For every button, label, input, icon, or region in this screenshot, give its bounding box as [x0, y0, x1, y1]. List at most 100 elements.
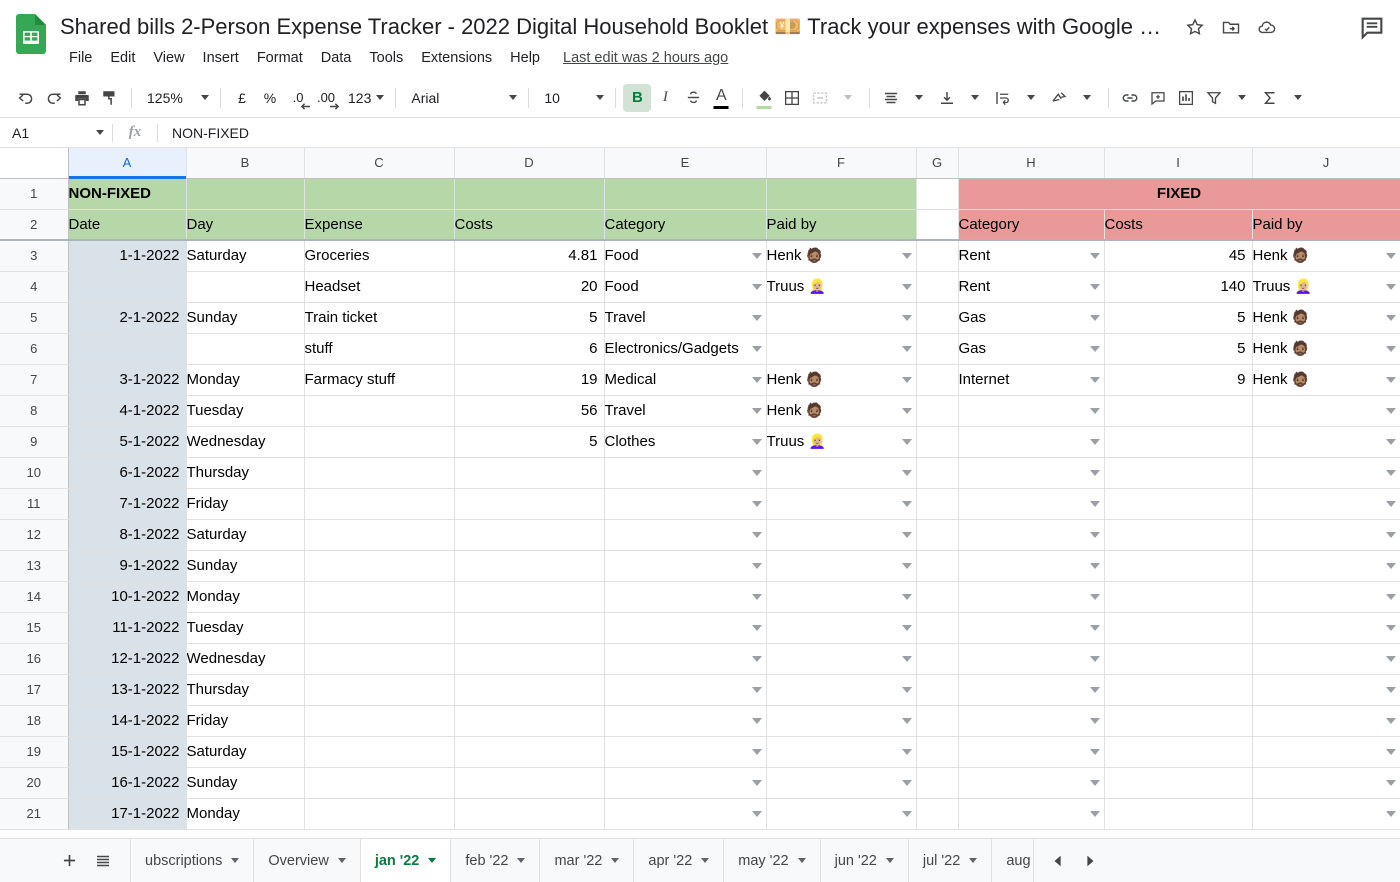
dropdown-arrow-icon[interactable] — [1090, 470, 1100, 476]
row-header-17[interactable]: 17 — [0, 674, 68, 705]
cell-fixed-category-20[interactable] — [958, 767, 1104, 798]
increase-decimal-button[interactable]: .00 — [312, 84, 340, 112]
dropdown-arrow-icon[interactable] — [902, 377, 912, 383]
cell-expense-6[interactable]: stuff — [304, 333, 454, 364]
cell-day-10[interactable]: Thursday — [186, 457, 304, 488]
cell-fixed-cost-5[interactable]: 5 — [1104, 302, 1252, 333]
cell-paidby-12[interactable] — [766, 519, 916, 550]
cell-gap-20[interactable] — [916, 767, 958, 798]
cell-paidby-5[interactable] — [766, 302, 916, 333]
row-header-12[interactable]: 12 — [0, 519, 68, 550]
cell-category-6[interactable]: Electronics/Gadgets — [604, 333, 766, 364]
cell-cost-11[interactable] — [454, 488, 604, 519]
cell-paidby-9[interactable]: Truus 👱🏼‍♀️ — [766, 426, 916, 457]
dropdown-arrow-icon[interactable] — [1090, 532, 1100, 538]
cell-cost-17[interactable] — [454, 674, 604, 705]
text-rotation-dropdown[interactable] — [1073, 84, 1101, 112]
dropdown-arrow-icon[interactable] — [1386, 780, 1396, 786]
chevron-down-icon[interactable] — [231, 858, 239, 863]
cell-fixed-paidby-21[interactable] — [1252, 798, 1400, 829]
cell-paidby-8[interactable]: Henk 🧔🏽 — [766, 395, 916, 426]
dropdown-arrow-icon[interactable] — [902, 253, 912, 259]
menu-extensions[interactable]: Extensions — [412, 48, 501, 68]
dropdown-arrow-icon[interactable] — [902, 687, 912, 693]
cell-day-11[interactable]: Friday — [186, 488, 304, 519]
cell-paidby-19[interactable] — [766, 736, 916, 767]
sheet-tab-apr-22[interactable]: apr '22 — [634, 839, 724, 882]
dropdown-arrow-icon[interactable] — [752, 377, 762, 383]
text-wrap-icon[interactable] — [989, 84, 1017, 112]
dropdown-arrow-icon[interactable] — [902, 656, 912, 662]
cell-category-18[interactable] — [604, 705, 766, 736]
dropdown-arrow-icon[interactable] — [902, 501, 912, 507]
dropdown-arrow-icon[interactable] — [902, 439, 912, 445]
cell-fixed-paidby-12[interactable] — [1252, 519, 1400, 550]
borders-icon[interactable] — [778, 84, 806, 112]
cell-paidby-11[interactable] — [766, 488, 916, 519]
horizontal-align-dropdown[interactable] — [905, 84, 933, 112]
column-header-j[interactable]: J — [1252, 148, 1400, 178]
cell-fixed-paidby-15[interactable] — [1252, 612, 1400, 643]
cell-f2[interactable]: Paid by — [766, 209, 916, 240]
dropdown-arrow-icon[interactable] — [1386, 439, 1396, 445]
document-title[interactable]: Shared bills 2-Person Expense Tracker - … — [60, 14, 1168, 40]
cell-fixed-category-5[interactable]: Gas — [958, 302, 1104, 333]
dropdown-arrow-icon[interactable] — [1386, 625, 1396, 631]
currency-format-button[interactable]: £ — [228, 84, 256, 112]
dropdown-arrow-icon[interactable] — [752, 346, 762, 352]
dropdown-arrow-icon[interactable] — [1386, 563, 1396, 569]
menu-format[interactable]: Format — [248, 48, 312, 68]
menu-tools[interactable]: Tools — [360, 48, 412, 68]
cell-category-13[interactable] — [604, 550, 766, 581]
cell-gap-15[interactable] — [916, 612, 958, 643]
cell-gap-7[interactable] — [916, 364, 958, 395]
merge-cells-icon[interactable] — [806, 84, 834, 112]
dropdown-arrow-icon[interactable] — [752, 656, 762, 662]
dropdown-arrow-icon[interactable] — [1090, 563, 1100, 569]
column-header-h[interactable]: H — [958, 148, 1104, 178]
dropdown-arrow-icon[interactable] — [1090, 625, 1100, 631]
merge-cells-dropdown[interactable] — [834, 84, 862, 112]
chevron-down-icon[interactable] — [428, 858, 436, 863]
cell-fixed-cost-4[interactable]: 140 — [1104, 271, 1252, 302]
dropdown-arrow-icon[interactable] — [1090, 253, 1100, 259]
cell-fixed-category-13[interactable] — [958, 550, 1104, 581]
dropdown-arrow-icon[interactable] — [1090, 408, 1100, 414]
dropdown-arrow-icon[interactable] — [1090, 346, 1100, 352]
row-header-7[interactable]: 7 — [0, 364, 68, 395]
cell-date-6[interactable] — [68, 333, 186, 364]
dropdown-arrow-icon[interactable] — [1090, 780, 1100, 786]
dropdown-arrow-icon[interactable] — [902, 470, 912, 476]
cell-c1[interactable] — [304, 178, 454, 209]
dropdown-arrow-icon[interactable] — [1090, 656, 1100, 662]
cell-c2[interactable]: Expense — [304, 209, 454, 240]
dropdown-arrow-icon[interactable] — [1386, 656, 1396, 662]
dropdown-arrow-icon[interactable] — [902, 532, 912, 538]
cell-day-4[interactable] — [186, 271, 304, 302]
cell-category-11[interactable] — [604, 488, 766, 519]
cell-cost-16[interactable] — [454, 643, 604, 674]
cell-day-9[interactable]: Wednesday — [186, 426, 304, 457]
cell-gap-10[interactable] — [916, 457, 958, 488]
cell-paidby-18[interactable] — [766, 705, 916, 736]
dropdown-arrow-icon[interactable] — [902, 346, 912, 352]
cell-g2[interactable] — [916, 209, 958, 240]
cell-category-15[interactable] — [604, 612, 766, 643]
sheet-tab-ubscriptions[interactable]: ubscriptions — [130, 839, 254, 882]
dropdown-arrow-icon[interactable] — [752, 284, 762, 290]
cell-cost-13[interactable] — [454, 550, 604, 581]
dropdown-arrow-icon[interactable] — [1386, 811, 1396, 817]
cell-date-18[interactable]: 14-1-2022 — [68, 705, 186, 736]
select-all-corner[interactable] — [0, 148, 68, 178]
cell-day-16[interactable]: Wednesday — [186, 643, 304, 674]
cell-fixed-paidby-10[interactable] — [1252, 457, 1400, 488]
dropdown-arrow-icon[interactable] — [752, 470, 762, 476]
dropdown-arrow-icon[interactable] — [752, 501, 762, 507]
cell-date-11[interactable]: 7-1-2022 — [68, 488, 186, 519]
cell-category-14[interactable] — [604, 581, 766, 612]
strikethrough-button[interactable] — [679, 84, 707, 112]
text-wrap-dropdown[interactable] — [1017, 84, 1045, 112]
chevron-down-icon[interactable] — [886, 858, 894, 863]
cell-cost-14[interactable] — [454, 581, 604, 612]
row-header-10[interactable]: 10 — [0, 457, 68, 488]
